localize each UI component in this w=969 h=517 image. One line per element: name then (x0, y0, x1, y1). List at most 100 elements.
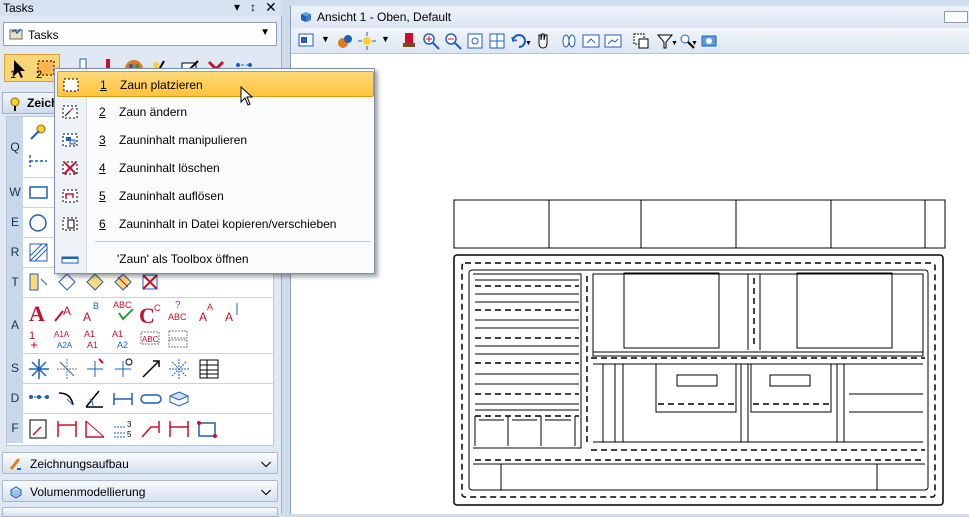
svg-text:A: A (29, 301, 45, 325)
rectangle-icon[interactable] (27, 181, 51, 205)
chevron-down-icon[interactable]: ▼ (321, 34, 330, 44)
display-text-attributes-icon[interactable]: A1AA2A (53, 327, 77, 351)
place-cell-icon[interactable] (55, 271, 79, 295)
menu-item-number: 5 (99, 189, 106, 203)
plan-callout-icon[interactable] (195, 417, 219, 441)
pan-view-icon[interactable] (533, 31, 553, 51)
title-text-icon[interactable]: 35 (111, 417, 135, 441)
menu-item-manipulate-fence[interactable]: 3 Zauninhalt manipulieren (57, 127, 374, 153)
increment-text-icon[interactable]: A1A2 (111, 327, 135, 351)
find-text-icon[interactable]: ?ABC (167, 299, 191, 323)
change-text-attributes-icon[interactable]: AA (197, 301, 221, 325)
dimension-3d-icon[interactable] (167, 387, 191, 411)
pin-icon[interactable]: ↕ (250, 0, 256, 14)
dimension-linear-icon[interactable] (27, 387, 51, 411)
cell-selector-icon[interactable] (83, 271, 107, 295)
zoom-in-icon[interactable] (421, 31, 441, 51)
svg-text:A2A: A2A (57, 341, 73, 350)
tasks-icon (9, 28, 23, 40)
fence-tools-menu: 1 Zaun platzieren 2 Zaun ändern 3 Zaunin… (54, 68, 375, 274)
close-icon[interactable]: ✕ (265, 0, 277, 14)
dimension-radial-icon[interactable] (167, 357, 191, 381)
camera-icon[interactable] (699, 31, 719, 51)
view-title: Ansicht 1 - Oben, Default (317, 10, 452, 24)
svg-text:A: A (63, 304, 71, 318)
dimension-star-icon[interactable] (27, 357, 51, 381)
dimension-arc-icon[interactable] (55, 387, 79, 411)
chevron-down-icon[interactable]: ▼ (381, 34, 390, 44)
cad-drawing[interactable] (451, 198, 947, 508)
chevron-down-icon[interactable]: ▼ (691, 40, 698, 47)
restore-button[interactable] (944, 11, 968, 23)
fill-text-node-icon[interactable]: ABC (139, 327, 163, 351)
measure-distance-icon[interactable] (27, 149, 51, 173)
update-view-icon[interactable] (399, 31, 419, 51)
window-area-icon[interactable] (465, 31, 485, 51)
text-increment-icon[interactable]: 1 (27, 327, 51, 351)
detail-callout-icon[interactable] (27, 417, 51, 441)
table-icon[interactable] (197, 357, 221, 381)
menu-item-label: Zauninhalt löschen (119, 161, 220, 175)
tool-number-2: 2 (36, 69, 43, 81)
copy-increment-text-icon[interactable]: A1A1 (83, 327, 107, 351)
menu-item-label: Zauninhalt manipulieren (119, 133, 248, 147)
lights-icon[interactable] (357, 31, 377, 51)
menu-item-open-toolbox[interactable]: 'Zaun' als Toolbox öffnen (57, 246, 374, 272)
view-attributes-icon[interactable] (297, 31, 317, 51)
svg-text:ABC: ABC (168, 312, 187, 322)
panel-menu-icon[interactable]: ▾ (234, 0, 240, 14)
hatch-area-icon[interactable] (27, 241, 51, 265)
chevron-down-icon[interactable]: ▼ (525, 40, 532, 47)
elevation-callout-icon[interactable] (83, 417, 107, 441)
view-window: Ansicht 1 - Oben, Default ▼ ▼ ▼ ▼ ▼ (290, 6, 969, 514)
view-titlebar: Ansicht 1 - Oben, Default (291, 6, 969, 28)
menu-item-drop-fence[interactable]: 5 Zauninhalt auflösen (57, 183, 374, 209)
menu-item-fence-file[interactable]: 6 Zauninhalt in Datei kopieren/verschieb… (57, 211, 374, 237)
text-fraction-icon[interactable]: BA (81, 301, 105, 325)
place-note-icon[interactable]: A (53, 301, 77, 325)
circle-icon[interactable] (27, 211, 51, 235)
view-next-icon[interactable] (603, 31, 623, 51)
text-node-icon[interactable]: A (223, 301, 247, 325)
svg-text:5: 5 (127, 430, 132, 439)
svg-text:A1: A1 (112, 329, 123, 339)
interior-elevation-icon[interactable] (167, 417, 191, 441)
dimension-angle-icon[interactable] (111, 357, 135, 381)
walk-icon[interactable] (559, 31, 579, 51)
menu-item-label: Zauninhalt in Datei kopieren/verschieben (119, 217, 337, 231)
svg-text:A: A (225, 310, 233, 324)
section-next-partial[interactable] (2, 507, 278, 517)
place-fence-icon (63, 78, 79, 92)
smartline-icon[interactable] (27, 121, 51, 145)
dimension-size-icon[interactable] (111, 387, 135, 411)
dimension-element-icon[interactable] (83, 357, 107, 381)
task-panel-title: Tasks (3, 1, 34, 15)
fence-file-icon (62, 217, 78, 231)
drop-cell-icon[interactable] (139, 271, 163, 295)
task-selector-dropdown[interactable]: Tasks ▼ (3, 22, 277, 46)
fit-view-icon[interactable] (487, 31, 507, 51)
dimension-ordinate-icon[interactable] (139, 387, 163, 411)
dimension-grid-icon[interactable] (55, 357, 79, 381)
empty-text-node-icon[interactable] (167, 327, 191, 351)
cell-library-icon[interactable] (27, 271, 51, 295)
section-zeichnungsaufbau[interactable]: Zeichnungsaufbau ⌵ (2, 452, 278, 474)
replace-cell-icon[interactable] (111, 271, 135, 295)
section-volumenmodellierung[interactable]: Volumenmodellierung ⌵ (2, 480, 278, 502)
svg-text:3: 3 (127, 420, 132, 429)
dimension-angle-icon[interactable] (83, 387, 107, 411)
menu-item-place-fence[interactable]: 1 Zaun platzieren (57, 71, 374, 97)
menu-item-delete-fence[interactable]: 4 Zauninhalt löschen (57, 155, 374, 181)
leader-icon[interactable] (139, 357, 163, 381)
flag-callout-icon[interactable] (139, 417, 163, 441)
spell-check-icon[interactable]: ABC (113, 299, 137, 323)
clip-volume-icon[interactable] (631, 31, 651, 51)
display-style-icon[interactable] (335, 31, 355, 51)
section-callout-icon[interactable] (55, 417, 79, 441)
row-divider (23, 297, 273, 298)
zoom-out-icon[interactable] (443, 31, 463, 51)
edit-text-icon[interactable]: CC (139, 301, 163, 325)
view-previous-icon[interactable] (581, 31, 601, 51)
menu-item-modify-fence[interactable]: 2 Zaun ändern (57, 99, 374, 125)
place-text-icon[interactable]: A (27, 301, 51, 325)
